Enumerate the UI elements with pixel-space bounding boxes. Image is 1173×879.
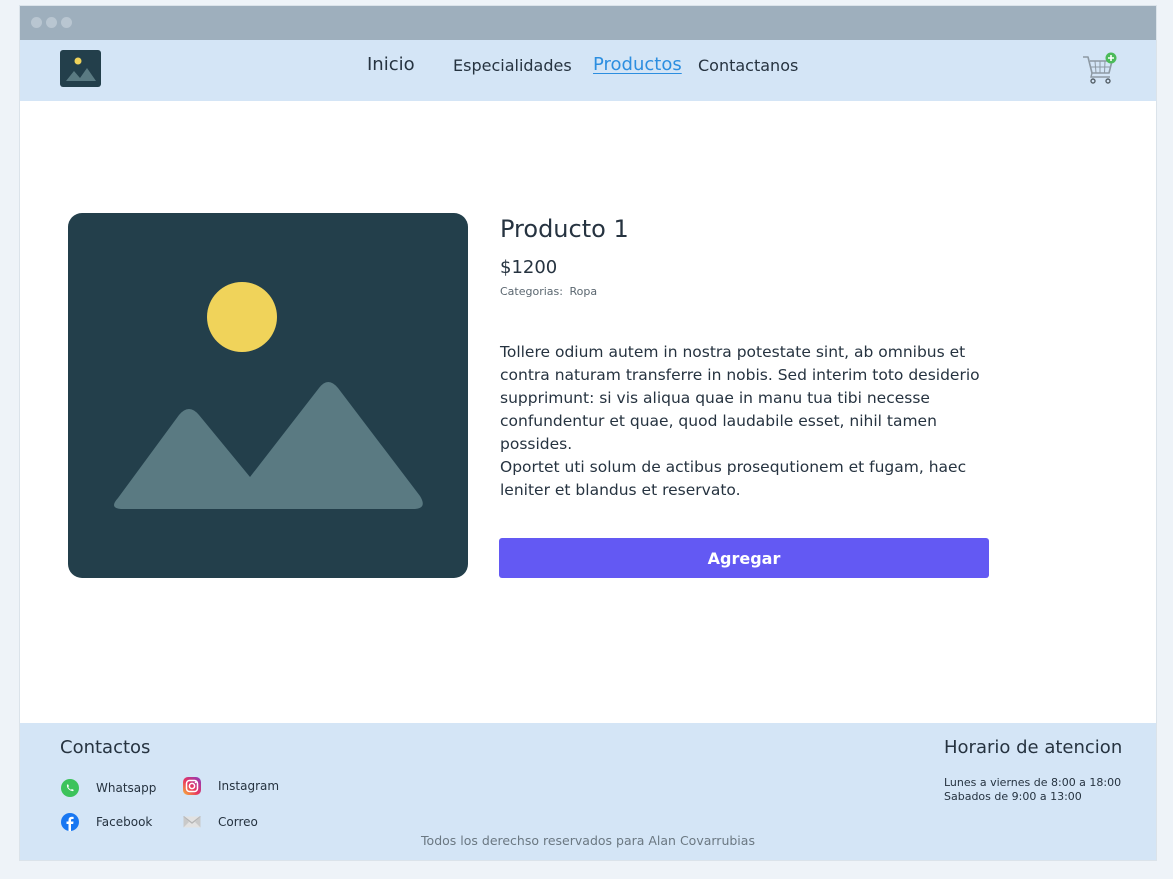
contact-whatsapp[interactable]: Whatsapp <box>60 778 156 798</box>
category-link[interactable]: Ropa <box>569 285 597 298</box>
whatsapp-icon <box>60 778 80 798</box>
window-dot-icon[interactable] <box>61 17 72 28</box>
navbar: Inicio Especialidades Productos Contacta… <box>20 40 1156 101</box>
contact-label: Correo <box>218 815 258 829</box>
copyright-text: Todos los derechso reservados para Alan … <box>421 833 755 848</box>
nav-link-productos[interactable]: Productos <box>593 54 682 76</box>
product-description: Tollere odium autem in nostra potestate … <box>500 343 980 453</box>
hours-title: Horario de atencion <box>944 737 1123 758</box>
window-titlebar <box>20 6 1156 40</box>
facebook-icon <box>60 812 80 832</box>
contacts-title: Contactos <box>60 737 151 758</box>
contact-instagram[interactable]: Instagram <box>182 776 279 796</box>
product-title: Producto 1 <box>500 215 629 243</box>
instagram-icon <box>182 776 202 796</box>
nav-link-inicio[interactable]: Inicio <box>367 54 415 76</box>
cart-icon[interactable] <box>1081 51 1117 85</box>
window-dot-icon[interactable] <box>31 17 42 28</box>
product-description-extra: Oportet uti solum de actibus proseqution… <box>500 458 967 499</box>
contact-label: Facebook <box>96 815 153 829</box>
add-to-cart-button[interactable]: Agregar <box>499 538 989 578</box>
hours-list: Lunes a viernes de 8:00 a 18:00 Sabados … <box>944 776 1121 804</box>
contact-facebook[interactable]: Facebook <box>60 812 152 832</box>
mail-icon <box>182 812 202 832</box>
product-image <box>68 213 468 578</box>
hours-line: Lunes a viernes de 8:00 a 18:00 <box>944 776 1122 789</box>
logo-image-icon[interactable] <box>60 50 101 87</box>
product-categories: Categorias: Ropa <box>500 285 600 298</box>
nav-link-especialidades[interactable]: Especialidades <box>453 55 572 77</box>
contact-correo[interactable]: Correo <box>182 812 258 832</box>
categories-label: Categorias: <box>500 285 563 298</box>
contact-label: Whatsapp <box>96 781 157 795</box>
hours-line: Sabados de 9:00 a 13:00 <box>944 790 1082 803</box>
footer: Contactos Whatsapp Instagram Facebook Co… <box>20 723 1156 860</box>
product-price: $1200 <box>500 257 558 278</box>
browser-window: Inicio Especialidades Productos Contacta… <box>20 6 1156 860</box>
nav-link-contactanos[interactable]: Contactanos <box>698 55 798 77</box>
window-dot-icon[interactable] <box>46 17 57 28</box>
contact-label: Instagram <box>218 779 280 793</box>
